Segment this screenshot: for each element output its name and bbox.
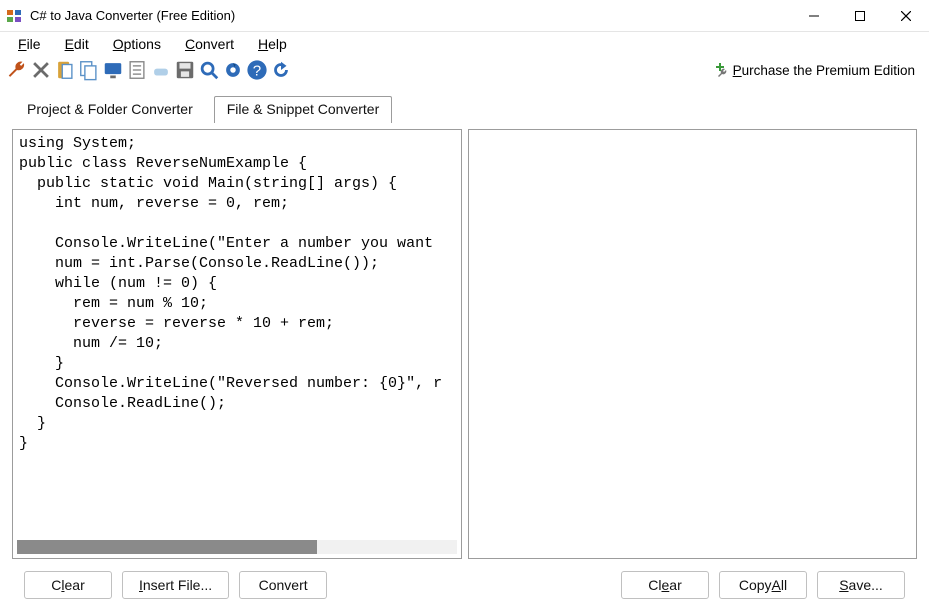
tab-row: Project & Folder Converter File & Snippe… (0, 84, 929, 123)
tab-snippet[interactable]: File & Snippet Converter (214, 96, 393, 123)
gear-icon[interactable] (222, 59, 244, 81)
menu-edit[interactable]: Edit (55, 34, 99, 54)
save-icon[interactable] (174, 59, 196, 81)
menu-options[interactable]: Options (103, 34, 171, 54)
copy-all-button[interactable]: Copy All (719, 571, 807, 599)
menubar: File Edit Options Convert Help (0, 32, 929, 56)
source-code[interactable]: using System; public class ReverseNumExa… (13, 130, 461, 526)
source-pane: using System; public class ReverseNumExa… (12, 129, 462, 559)
refresh-icon[interactable] (270, 59, 292, 81)
convert-button[interactable]: Convert (239, 571, 327, 599)
tab-project[interactable]: Project & Folder Converter (14, 96, 206, 123)
copy-icon[interactable] (78, 59, 100, 81)
monitor-icon[interactable] (102, 59, 124, 81)
output-pane (468, 129, 918, 559)
search-icon[interactable] (198, 59, 220, 81)
help-icon[interactable]: ? (246, 59, 268, 81)
menu-file[interactable]: File (8, 34, 51, 54)
cut-icon[interactable] (30, 59, 52, 81)
purchase-premium-link[interactable]: Purchase the Premium Edition (713, 62, 923, 78)
titlebar: C# to Java Converter (Free Edition) (0, 0, 929, 32)
editor-area: using System; public class ReverseNumExa… (12, 129, 917, 559)
sheet-icon[interactable] (126, 59, 148, 81)
save-button[interactable]: Save... (817, 571, 905, 599)
plus-wrench-icon (713, 62, 729, 78)
menu-convert[interactable]: Convert (175, 34, 244, 54)
maximize-button[interactable] (837, 0, 883, 32)
clear-right-button[interactable]: Clear (621, 571, 709, 599)
app-icon (6, 8, 22, 24)
clear-left-button[interactable]: Clear (24, 571, 112, 599)
output-code[interactable] (469, 130, 917, 526)
insert-file-button[interactable]: Insert File... (122, 571, 229, 599)
paste-icon[interactable] (54, 59, 76, 81)
svg-text:?: ? (253, 63, 261, 80)
bottombar: Clear Insert File... Convert Clear Copy … (0, 559, 929, 611)
window-title: C# to Java Converter (Free Edition) (30, 8, 791, 23)
menu-help[interactable]: Help (248, 34, 297, 54)
scrollbar-thumb[interactable] (17, 540, 317, 554)
source-scrollbar[interactable] (17, 540, 457, 554)
minimize-button[interactable] (791, 0, 837, 32)
close-button[interactable] (883, 0, 929, 32)
wrench-icon[interactable] (6, 59, 28, 81)
toolbar: ? Purchase the Premium Edition (0, 56, 929, 84)
erase-icon[interactable] (150, 59, 172, 81)
